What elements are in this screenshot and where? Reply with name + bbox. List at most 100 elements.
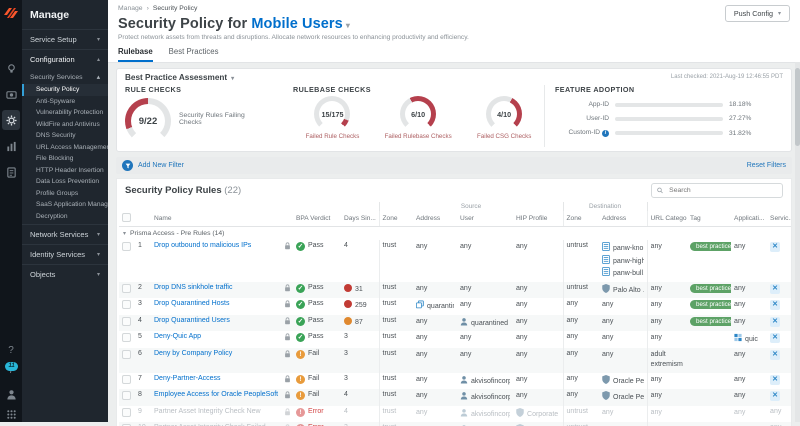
row-checkbox[interactable] bbox=[122, 317, 131, 326]
add-new-filter-link[interactable]: Add New Filter bbox=[138, 162, 184, 169]
rule-name-link[interactable]: Employee Access for Oracle PeopleSoft bbox=[154, 391, 278, 398]
row-checkbox[interactable] bbox=[122, 284, 131, 293]
tag-cell bbox=[687, 406, 731, 423]
gear-icon[interactable] bbox=[2, 110, 20, 130]
source-user: akvisofincorp\partn… bbox=[457, 422, 513, 426]
source-user: akvisofincorp\part… bbox=[457, 373, 513, 390]
tag-cell bbox=[687, 331, 731, 348]
service-default-icon: ✕ bbox=[770, 333, 780, 343]
table-row[interactable]: 10Partner Asset Integrity Check Failed!E… bbox=[119, 422, 791, 426]
sidebar-item-data-loss-prevention[interactable]: Data Loss Prevention bbox=[22, 176, 108, 188]
table-row[interactable]: 2Drop DNS sinkhole traffic✓Pass31trustan… bbox=[119, 282, 791, 299]
table-row[interactable]: 8Employee Access for Oracle PeopleSoft!F… bbox=[119, 389, 791, 406]
sidebar-item-file-blocking[interactable]: File Blocking bbox=[22, 153, 108, 165]
reset-filters-link[interactable]: Reset Filters bbox=[747, 162, 786, 169]
url-category: any bbox=[647, 406, 687, 423]
rule-name-link[interactable]: Drop Quarantined Users bbox=[154, 317, 230, 324]
info-icon[interactable]: i bbox=[602, 130, 609, 137]
dynamic-list-icon bbox=[602, 255, 610, 264]
days-since: 3 bbox=[344, 375, 348, 382]
feature-adoption-heading: FEATURE ADOPTION bbox=[555, 85, 783, 94]
column-group-header-row: Source Destination bbox=[119, 202, 791, 211]
palo-alto-logo bbox=[3, 5, 19, 21]
search-box[interactable] bbox=[651, 183, 783, 198]
sidebar-item-saas-application-management[interactable]: SaaS Application Management bbox=[22, 199, 108, 211]
row-checkbox[interactable] bbox=[122, 333, 131, 342]
scope-selector[interactable]: Mobile Users bbox=[251, 16, 342, 32]
select-all-checkbox[interactable] bbox=[122, 213, 131, 222]
search-input[interactable] bbox=[667, 186, 777, 195]
bulb-icon[interactable] bbox=[0, 58, 22, 78]
sidebar-item-decryption[interactable]: Decryption bbox=[22, 211, 108, 223]
service: ✕ bbox=[767, 331, 791, 348]
rule-name-link[interactable]: Deny-Quic App bbox=[154, 333, 201, 340]
docs-icon[interactable] bbox=[0, 162, 22, 182]
sidebar-item-url-access-management[interactable]: URL Access Management bbox=[22, 142, 108, 154]
sidebar-item-profile-groups[interactable]: Profile Groups bbox=[22, 188, 108, 200]
push-config-button[interactable]: Push Config bbox=[725, 5, 790, 22]
table-row[interactable]: 4Drop Quarantined Users✓Pass87trustanyqu… bbox=[119, 315, 791, 332]
source-user: any bbox=[457, 298, 513, 315]
sidebar-item-security-services[interactable]: Security Services bbox=[22, 69, 108, 84]
user-profile-icon[interactable] bbox=[0, 384, 22, 404]
apps-grid-icon[interactable] bbox=[0, 404, 22, 424]
table-row[interactable]: 6Deny by Company Policy!Fail3trustanyany… bbox=[119, 348, 791, 373]
help-icon[interactable]: ? bbox=[0, 340, 22, 360]
rules-title: Security Policy Rules (22) bbox=[125, 185, 241, 196]
info-icon[interactable]: i11 bbox=[0, 360, 22, 380]
page-header: ManageSecurity Policy Push Config Securi… bbox=[108, 0, 800, 63]
sidebar-item-identity-services[interactable]: Identity Services bbox=[22, 244, 108, 264]
sidebar-item-vulnerability-protection[interactable]: Vulnerability Protection bbox=[22, 107, 108, 119]
vertical-scrollbar[interactable] bbox=[795, 62, 800, 422]
destination-zone: untrust bbox=[563, 406, 599, 423]
sidebar-item-security-policy[interactable]: Security Policy bbox=[22, 84, 108, 96]
rule-name-link[interactable]: Drop Quarantined Hosts bbox=[154, 300, 229, 307]
tag-cell bbox=[687, 422, 731, 426]
breadcrumb-manage[interactable]: Manage bbox=[118, 5, 143, 12]
lock-icon bbox=[284, 300, 291, 308]
tab-rulebase[interactable]: Rulebase bbox=[118, 47, 153, 62]
chevron-down-icon bbox=[123, 231, 126, 237]
chart-icon[interactable] bbox=[0, 136, 22, 156]
scrollbar-thumb[interactable] bbox=[795, 68, 800, 146]
tab-best-practices[interactable]: Best Practices bbox=[169, 47, 219, 62]
user-icon bbox=[460, 391, 468, 400]
lock-icon bbox=[284, 408, 291, 416]
rulebase-checks-heading: RULEBASE CHECKS bbox=[293, 85, 544, 94]
rule-name-link[interactable]: Deny-Partner-Access bbox=[154, 375, 221, 382]
row-checkbox[interactable] bbox=[122, 375, 131, 384]
row-checkbox[interactable] bbox=[122, 242, 131, 251]
sidebar-item-network-services[interactable]: Network Services bbox=[22, 224, 108, 244]
row-checkbox[interactable] bbox=[122, 300, 131, 309]
shield-icon bbox=[602, 375, 610, 384]
rule-name-link[interactable]: Drop DNS sinkhole traffic bbox=[154, 284, 232, 291]
rule-number: 7 bbox=[135, 373, 151, 390]
bpa-verdict-label: Error bbox=[308, 408, 324, 415]
table-row[interactable]: 3Drop Quarantined Hosts✓Pass259trustquar… bbox=[119, 298, 791, 315]
table-row[interactable]: 7Deny-Partner-Access!Fail3trustanyakviso… bbox=[119, 373, 791, 390]
sidebar-item-dns-security[interactable]: DNS Security bbox=[22, 130, 108, 142]
rule-name-link[interactable]: Partner Asset Integrity Check New bbox=[154, 408, 261, 415]
sidebar-item-http-header-insertion[interactable]: HTTP Header Insertion bbox=[22, 165, 108, 177]
camera-icon[interactable] bbox=[0, 84, 22, 104]
bpa-verdict-icon: ✓ bbox=[296, 333, 305, 342]
sidebar-item-objects[interactable]: Objects bbox=[22, 264, 108, 284]
table-row[interactable]: 9Partner Asset Integrity Check New!Error… bbox=[119, 406, 791, 423]
lock-icon bbox=[284, 242, 291, 250]
rule-name-link[interactable]: Deny by Company Policy bbox=[154, 350, 232, 357]
table-row[interactable]: 5Deny-Quic App✓Pass3trustanyanyanyanyany… bbox=[119, 331, 791, 348]
row-checkbox[interactable] bbox=[122, 391, 131, 400]
row-checkbox[interactable] bbox=[122, 408, 131, 417]
sidebar-item-configuration[interactable]: Configuration bbox=[22, 49, 108, 69]
sidebar-item-service-setup[interactable]: Service Setup bbox=[22, 29, 108, 49]
filter-funnel-icon[interactable] bbox=[122, 160, 133, 171]
sidebar-item-wildfire-and-antivirus[interactable]: WildFire and Antivirus bbox=[22, 119, 108, 131]
table-row[interactable]: 1Drop outbound to malicious IPs✓Pass4tru… bbox=[119, 240, 791, 282]
days-alert-dot bbox=[344, 300, 352, 308]
row-checkbox[interactable] bbox=[122, 350, 131, 359]
tag-cell: best practice bbox=[687, 298, 731, 315]
rule-group-row[interactable]: Prisma Access - Pre Rules (14) bbox=[119, 227, 791, 241]
url-category: any bbox=[647, 240, 687, 282]
rule-name-link[interactable]: Drop outbound to malicious IPs bbox=[154, 242, 251, 249]
sidebar-item-anti-spyware[interactable]: Anti-Spyware bbox=[22, 96, 108, 108]
